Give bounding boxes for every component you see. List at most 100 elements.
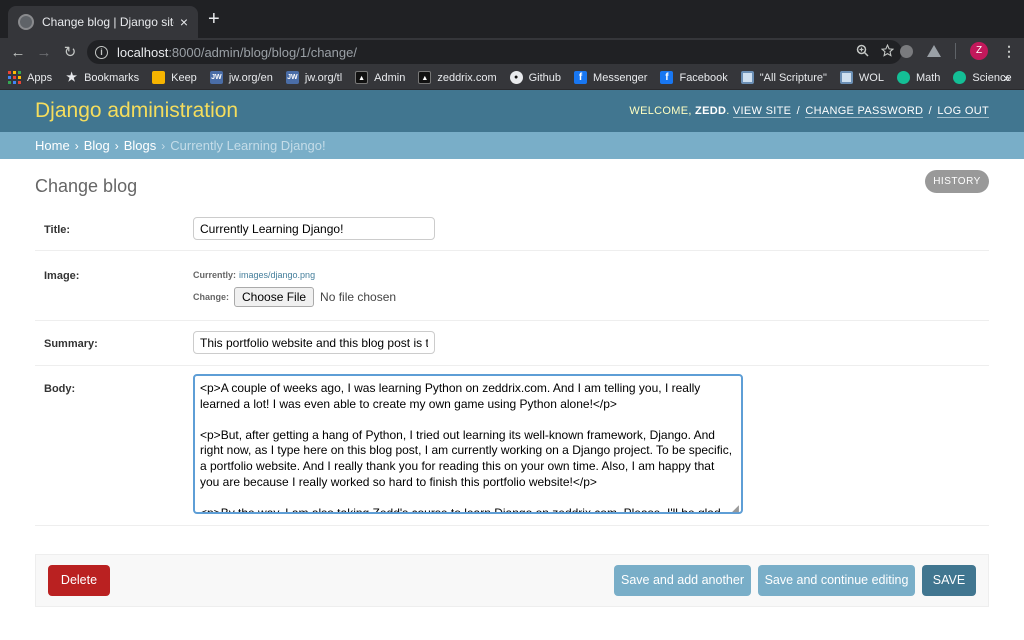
- bookmark-label: WOL: [858, 71, 884, 84]
- browser-toolbar: ← → ↻ i localhost:8000/admin/blog/blog/1…: [0, 38, 1024, 66]
- page-title: Change blog: [35, 176, 138, 196]
- profile-avatar[interactable]: Z: [970, 42, 988, 60]
- delete-button[interactable]: Delete: [48, 565, 110, 596]
- bookmark-label: zeddrix.com: [437, 71, 497, 84]
- bookmark-wol[interactable]: WOL: [839, 71, 884, 84]
- body-label: Body:: [44, 383, 76, 395]
- toolbar-divider: [955, 43, 956, 59]
- apps-grid-icon: [8, 71, 21, 84]
- khan-icon: [953, 71, 967, 84]
- link-separator: /: [925, 105, 936, 117]
- choose-file-button[interactable]: Choose File: [234, 287, 315, 307]
- globe-icon: [18, 14, 34, 30]
- resize-handle-icon[interactable]: ◢: [732, 503, 739, 514]
- breadcrumb-current: Currently Learning Django!: [170, 138, 326, 153]
- bookmark-jw-en[interactable]: JW jw.org/en: [209, 71, 273, 84]
- title-input[interactable]: [193, 217, 435, 240]
- bookmarks-bar: Apps ★ Bookmarks Keep JW jw.org/en JW jw…: [0, 66, 1024, 90]
- book-icon: [740, 71, 754, 84]
- bookmark-label: "All Scripture": [759, 71, 827, 84]
- bookmark-label: Admin: [374, 71, 406, 84]
- site-title[interactable]: Django administration: [35, 99, 238, 123]
- submit-row: Delete Save and add another Save and con…: [35, 554, 989, 607]
- facebook-icon: f: [574, 71, 588, 84]
- main-content: Change blog HISTORY Title: Image: Curren…: [0, 159, 1024, 638]
- breadcrumb: Home › Blog › Blogs › Currently Learning…: [0, 132, 1024, 159]
- history-button[interactable]: HISTORY: [925, 170, 989, 193]
- view-site-link[interactable]: VIEW SITE: [732, 105, 792, 118]
- google-drive-icon[interactable]: [927, 45, 941, 57]
- new-tab-icon[interactable]: +: [208, 9, 220, 29]
- bookmark-label: Keep: [171, 71, 197, 84]
- form-row-body: Body: <p>A couple of weeks ago, I was le…: [35, 366, 989, 526]
- username: ZEDD: [695, 105, 727, 117]
- currently-label: Currently:: [193, 270, 237, 280]
- bookmark-admin[interactable]: ▲ Admin: [355, 71, 405, 84]
- bookmark-label: Facebook: [679, 71, 728, 84]
- save-and-add-another-button[interactable]: Save and add another: [614, 565, 751, 596]
- bookmark-math[interactable]: Math: [896, 71, 941, 84]
- address-bar[interactable]: i localhost:8000/admin/blog/blog/1/chang…: [87, 40, 902, 64]
- current-image-line: Currently: images/django.png: [193, 270, 315, 280]
- url-path: :8000/admin/blog/blog/1/change/: [168, 44, 357, 60]
- browser-tabbar: Change blog | Django site admin × +: [0, 0, 1024, 38]
- link-separator: /: [793, 105, 804, 117]
- body-textarea[interactable]: <p>A couple of weeks ago, I was learning…: [193, 374, 743, 514]
- close-icon[interactable]: ×: [180, 15, 188, 29]
- bookmark-label: jw.org/tl: [304, 71, 343, 84]
- change-label: Change:: [193, 292, 229, 302]
- current-image-link[interactable]: images/django.png: [239, 270, 315, 280]
- info-icon[interactable]: i: [95, 45, 108, 59]
- menu-kebab-icon[interactable]: ⋮: [1002, 43, 1016, 60]
- jw-icon: JW: [209, 71, 223, 84]
- form-row-image: Image: Currently: images/django.png Chan…: [35, 251, 989, 321]
- breadcrumb-home[interactable]: Home: [35, 138, 70, 153]
- bookmark-bookmarks[interactable]: ★ Bookmarks: [65, 71, 139, 84]
- log-out-link[interactable]: LOG OUT: [937, 105, 989, 118]
- change-password-link[interactable]: CHANGE PASSWORD: [805, 105, 924, 118]
- bookmark-label: Bookmarks: [84, 71, 140, 84]
- zeddrix-icon: ▲: [418, 71, 432, 84]
- bookmark-keep[interactable]: Keep: [152, 71, 197, 84]
- bookmark-jw-tl[interactable]: JW jw.org/tl: [285, 71, 343, 84]
- bookmark-facebook[interactable]: f Facebook: [660, 71, 728, 84]
- summary-input[interactable]: [193, 331, 435, 354]
- khan-icon: [896, 71, 910, 84]
- change-image-line: Change: Choose File No file chosen: [193, 287, 396, 307]
- facebook-icon: f: [660, 71, 674, 84]
- save-and-continue-button[interactable]: Save and continue editing: [758, 565, 915, 596]
- bookmark-all-scripture[interactable]: "All Scripture": [740, 71, 827, 84]
- forward-arrow-icon[interactable]: →: [31, 44, 57, 61]
- user-tools-dot: .: [726, 105, 730, 117]
- bookmarks-overflow-icon[interactable]: »: [1003, 71, 1010, 85]
- chevron-right-icon: ›: [74, 138, 79, 153]
- reload-icon[interactable]: ↻: [57, 43, 83, 61]
- github-icon: ●: [509, 71, 523, 84]
- bookmark-label: Messenger: [593, 71, 648, 84]
- breadcrumb-blogs[interactable]: Blogs: [124, 138, 157, 153]
- save-button[interactable]: SAVE: [922, 565, 976, 596]
- keep-icon: [152, 71, 166, 84]
- browser-tab[interactable]: Change blog | Django site admin ×: [8, 6, 198, 38]
- bookmark-label: Github: [528, 71, 562, 84]
- title-label: Title:: [44, 224, 71, 236]
- bookmark-star-icon[interactable]: [881, 44, 894, 57]
- chevron-right-icon: ›: [161, 138, 166, 153]
- bookmark-apps[interactable]: Apps: [8, 71, 52, 84]
- extension-icon[interactable]: [900, 44, 913, 58]
- jw-icon: JW: [285, 71, 299, 84]
- bookmark-label: jw.org/en: [228, 71, 273, 84]
- breadcrumb-blog[interactable]: Blog: [84, 138, 110, 153]
- book-icon: [839, 71, 853, 84]
- bookmark-messenger[interactable]: f Messenger: [574, 71, 647, 84]
- bookmark-zeddrix[interactable]: ▲ zeddrix.com: [418, 71, 497, 84]
- no-file-text: No file chosen: [320, 290, 397, 304]
- bookmark-label: Math: [915, 71, 941, 84]
- star-icon: ★: [66, 70, 77, 84]
- bookmark-github[interactable]: ● Github: [509, 71, 562, 84]
- admin-header: Django administration WELCOME, ZEDD. VIE…: [0, 90, 1024, 132]
- bookmark-label: Apps: [27, 71, 53, 84]
- zoom-icon[interactable]: [856, 44, 869, 57]
- back-arrow-icon[interactable]: ←: [5, 44, 31, 61]
- form-row-title: Title:: [35, 206, 989, 251]
